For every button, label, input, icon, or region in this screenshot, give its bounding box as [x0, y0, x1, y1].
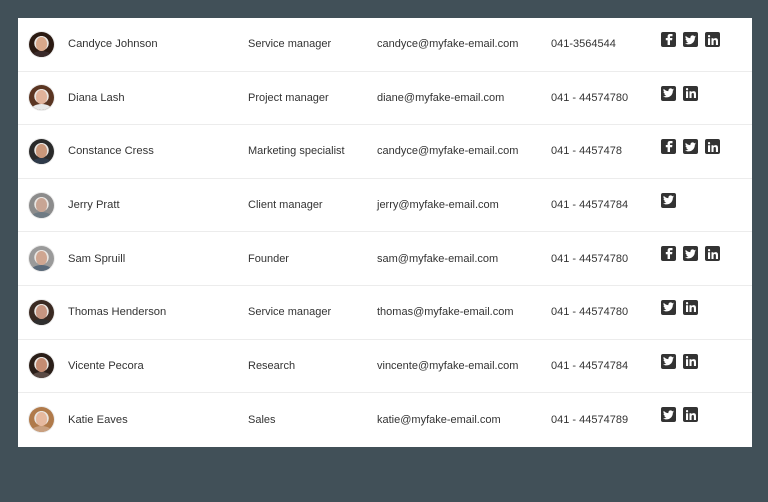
contact-phone: 041 - 44574784 [551, 199, 629, 212]
contact-name: Candyce Johnson [68, 38, 158, 51]
linkedin-icon[interactable] [705, 139, 720, 155]
contact-role: Research [248, 359, 296, 372]
contact-name: Katie Eaves [68, 413, 128, 426]
contact-role: Project manager [248, 91, 329, 104]
table-row: Thomas Henderson Service manager thomas@… [18, 286, 752, 340]
contact-name: Diana Lash [68, 91, 125, 104]
contact-role: Service manager [248, 306, 332, 319]
avatar-cell [29, 286, 54, 339]
avatar-cell [29, 125, 54, 178]
avatar [29, 31, 54, 57]
table-row: Diana Lash Project manager diane@myfake-… [18, 72, 752, 126]
social-links [661, 393, 698, 447]
table-row: Candyce Johnson Service manager candyce@… [18, 18, 752, 72]
contact-name: Vicente Pecora [68, 359, 144, 372]
contact-name: Thomas Henderson [68, 306, 167, 319]
table-row: Sam Spruill Founder sam@myfake-email.com… [18, 232, 752, 286]
contact-email[interactable]: vincente@myfake-email.com [377, 340, 518, 393]
facebook-icon[interactable] [661, 139, 676, 155]
contact-phone: 041 - 44574789 [551, 413, 629, 426]
facebook-icon[interactable] [661, 246, 676, 262]
twitter-icon[interactable] [661, 192, 676, 208]
avatar-cell [29, 393, 54, 447]
contact-role: Sales [248, 413, 276, 426]
contact-name: Constance Cress [68, 145, 154, 158]
table-row: Jerry Pratt Client manager jerry@myfake-… [18, 179, 752, 233]
contact-phone: 041 - 44574780 [551, 252, 629, 265]
twitter-icon[interactable] [683, 246, 698, 262]
contact-role: Client manager [248, 199, 323, 212]
contact-email[interactable]: diane@myfake-email.com [377, 72, 504, 125]
contact-phone: 041 - 44574780 [551, 306, 629, 319]
avatar [29, 192, 54, 218]
linkedin-icon[interactable] [683, 353, 698, 369]
twitter-icon[interactable] [661, 353, 676, 369]
contact-phone: 041-3564544 [551, 38, 616, 51]
social-links [661, 340, 698, 393]
linkedin-icon[interactable] [683, 85, 698, 101]
table-row: Katie Eaves Sales katie@myfake-email.com… [18, 393, 752, 447]
contact-phone: 041 - 4457478 [551, 145, 622, 158]
facebook-icon[interactable] [661, 32, 676, 47]
twitter-icon[interactable] [683, 139, 698, 155]
contact-name: Sam Spruill [68, 252, 126, 265]
contacts-table: Candyce Johnson Service manager candyce@… [18, 18, 752, 447]
avatar-cell [29, 179, 54, 232]
twitter-icon[interactable] [661, 407, 676, 423]
avatar-cell [29, 232, 54, 285]
contact-email[interactable]: katie@myfake-email.com [377, 393, 501, 447]
contact-role: Marketing specialist [248, 145, 345, 158]
contact-email[interactable]: candyce@myfake-email.com [377, 125, 518, 178]
linkedin-icon[interactable] [705, 32, 720, 47]
avatar [29, 353, 54, 379]
twitter-icon[interactable] [661, 299, 676, 315]
avatar-cell [29, 72, 54, 125]
contact-email[interactable]: thomas@myfake-email.com [377, 286, 513, 339]
contact-email[interactable]: jerry@myfake-email.com [377, 179, 499, 232]
linkedin-icon[interactable] [683, 407, 698, 423]
avatar [29, 246, 54, 272]
social-links [661, 179, 676, 232]
social-links [661, 72, 698, 125]
table-row: Constance Cress Marketing specialist can… [18, 125, 752, 179]
social-links [661, 232, 720, 285]
contact-name: Jerry Pratt [68, 199, 120, 212]
linkedin-icon[interactable] [705, 246, 720, 262]
avatar [29, 85, 54, 111]
avatar [29, 299, 54, 325]
twitter-icon[interactable] [661, 85, 676, 101]
table-row: Vicente Pecora Research vincente@myfake-… [18, 340, 752, 394]
contact-phone: 041 - 44574784 [551, 359, 629, 372]
contact-role: Service manager [248, 38, 332, 51]
twitter-icon[interactable] [683, 32, 698, 47]
avatar [29, 407, 54, 433]
avatar-cell [29, 340, 54, 393]
avatar [29, 138, 54, 164]
linkedin-icon[interactable] [683, 299, 698, 315]
avatar-cell [29, 18, 54, 71]
contact-phone: 041 - 44574780 [551, 91, 629, 104]
social-links [661, 125, 720, 178]
contact-email[interactable]: candyce@myfake-email.com [377, 18, 518, 71]
contact-email[interactable]: sam@myfake-email.com [377, 232, 498, 285]
social-links [661, 286, 698, 339]
social-links [661, 18, 720, 71]
contact-role: Founder [248, 252, 289, 265]
